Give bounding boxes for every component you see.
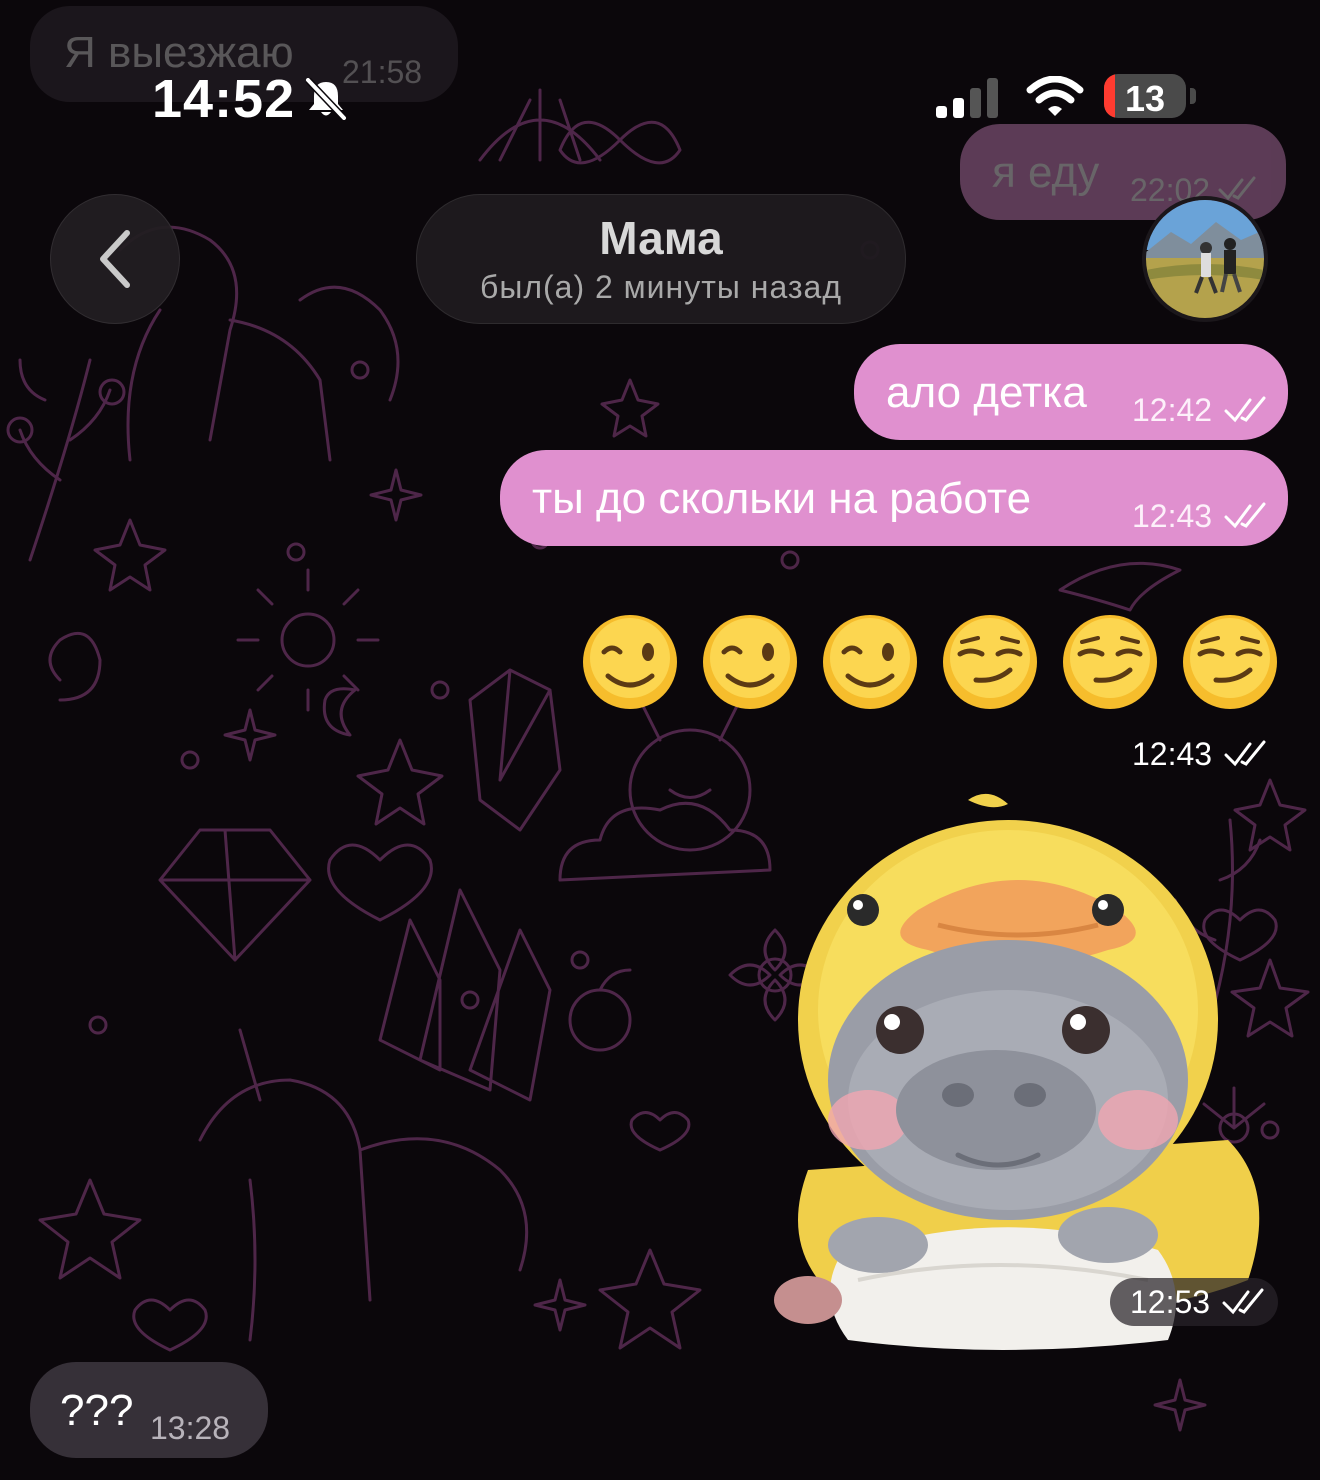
avatar-photo xyxy=(1146,200,1264,318)
status-time: 14:52 xyxy=(152,69,296,129)
duck-hippo-sticker[interactable] xyxy=(768,790,1288,1350)
chevron-left-icon xyxy=(100,230,130,288)
smirking-face-icon xyxy=(943,615,1037,709)
double-check-icon xyxy=(1224,502,1266,529)
double-check-icon xyxy=(1222,1288,1264,1315)
winking-face-icon xyxy=(823,615,917,709)
chat-header[interactable]: Мама был(а) 2 минуты назад xyxy=(416,194,906,324)
message-bubble-outgoing[interactable]: ало детка 12:42 xyxy=(854,344,1288,440)
message-time: 13:28 xyxy=(150,1410,231,1446)
smirking-face-icon xyxy=(1183,615,1277,709)
chat-last-seen: был(а) 2 минуты назад xyxy=(479,269,843,305)
avatar[interactable] xyxy=(1142,196,1268,322)
message-bubble-outgoing[interactable]: ты до скольки на работе 12:43 xyxy=(500,450,1288,546)
battery-indicator: 13 xyxy=(1104,74,1186,118)
battery-tip xyxy=(1190,88,1196,104)
message-text: я еду xyxy=(992,148,1100,197)
cellular-signal-icon xyxy=(936,78,998,118)
bell-muted-icon xyxy=(305,78,347,120)
smirking-face-icon xyxy=(1063,615,1157,709)
message-time: 12:42 xyxy=(1132,392,1213,428)
message-time: 12:43 xyxy=(1132,498,1213,534)
back-button[interactable] xyxy=(50,194,180,324)
chat-title: Мама xyxy=(599,212,723,264)
message-time: 21:58 xyxy=(342,54,423,90)
message-text: ты до скольки на работе xyxy=(532,474,1032,523)
battery-percent: 13 xyxy=(1124,78,1166,118)
message-text: ало детка xyxy=(886,368,1087,417)
message-text: ??? xyxy=(60,1386,134,1435)
winking-face-icon xyxy=(583,615,677,709)
message-time: 12:43 xyxy=(1132,736,1213,772)
sticker-time-pill: 12:53 xyxy=(1110,1278,1278,1326)
message-bubble-incoming[interactable]: ??? 13:28 xyxy=(30,1362,268,1458)
wifi-icon xyxy=(1026,76,1084,116)
double-check-icon xyxy=(1224,740,1266,767)
double-check-icon xyxy=(1224,396,1266,423)
message-time: 12:53 xyxy=(1130,1284,1211,1320)
winking-face-icon xyxy=(703,615,797,709)
